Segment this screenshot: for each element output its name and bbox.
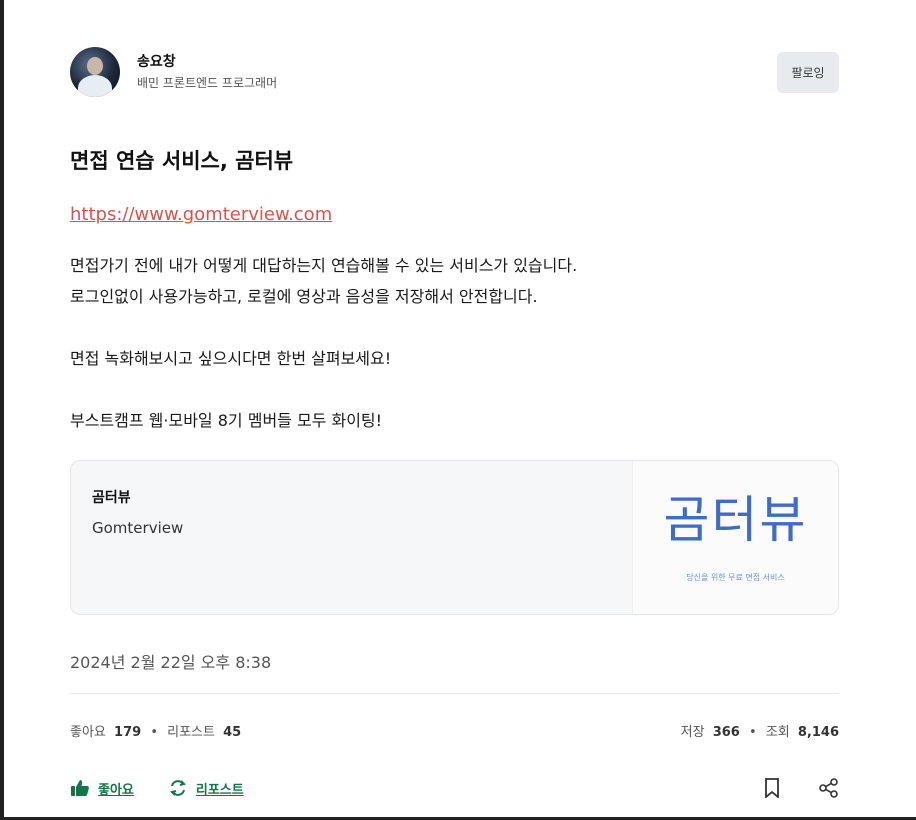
repost-icon: [169, 780, 186, 796]
saves-count: 366: [712, 725, 740, 740]
secondary-actions: [725, 778, 839, 798]
author-name[interactable]: 송요창: [137, 53, 277, 71]
link-preview-card[interactable]: 곰터뷰 Gomterview 곰터뷰 당신을 위한 무료 면접 서비스: [70, 460, 839, 615]
likes-count[interactable]: 179: [114, 725, 141, 740]
bookmark-icon: [765, 778, 779, 798]
link-preview-subtitle: Gomterview: [92, 519, 184, 537]
post-paragraph: 로그인없이 사용가능하고, 로컬에 영상과 음성을 저장해서 안전합니다.: [70, 287, 538, 306]
post-paragraph: 면접가기 전에 내가 어떻게 대답하는지 연습해볼 수 있는 서비스가 있습니다…: [70, 256, 578, 275]
repost-button[interactable]: 리포스트: [168, 779, 244, 798]
post-container: 송요창 배민 프론트엔드 프로그래머 팔로잉 면접 연습 서비스, 곰터뷰 ht…: [70, 44, 839, 798]
share-button[interactable]: [819, 778, 839, 798]
window-border: [0, 0, 4, 820]
post-date: 2024년 2월 22일 오후 8:38: [70, 653, 272, 672]
link-preview-image: 곰터뷰 당신을 위한 무료 면접 서비스: [632, 461, 838, 614]
engagement-right: 저장 366 • 조회 8,146: [681, 721, 839, 740]
avatar-shoulders: [78, 75, 112, 97]
post-paragraph: 면접 녹화해보시고 싶으시다면 한번 살펴보세요!: [70, 349, 392, 368]
logo-tagline: 당신을 위한 무료 면접 서비스: [686, 573, 785, 582]
avatar-head: [87, 57, 103, 75]
engagement-left: 좋아요 179 • 리포스트 45: [70, 721, 241, 740]
post-paragraph: 부스트캠프 웹·모바일 8기 멤버들 모두 화이팅!: [70, 411, 383, 430]
views-count: 8,146: [797, 725, 839, 740]
follow-button[interactable]: 팔로잉: [777, 51, 839, 93]
logo-text: 곰터뷰: [663, 491, 808, 549]
link-preview-text: 곰터뷰 Gomterview: [71, 461, 632, 614]
likes-label: 좋아요: [70, 725, 106, 740]
reposts-label: 리포스트: [167, 725, 215, 740]
link-preview-title: 곰터뷰: [92, 490, 131, 506]
reposts-count[interactable]: 45: [223, 725, 241, 740]
post-header: 송요창 배민 프론트엔드 프로그래머 팔로잉: [70, 44, 839, 100]
stat-separator: •: [749, 725, 757, 740]
divider: [70, 693, 839, 694]
author-bio: 배민 프론트엔드 프로그래머: [137, 76, 278, 90]
like-button[interactable]: 좋아요: [70, 779, 134, 798]
repost-label: 리포스트: [195, 782, 244, 798]
saves-label: 저장: [680, 725, 705, 740]
views-label: 조회: [765, 725, 790, 740]
share-icon: [819, 778, 838, 798]
post-stats: 좋아요 179 • 리포스트 45 저장 366 • 조회 8,146: [70, 721, 839, 740]
stat-separator: •: [150, 725, 158, 740]
bookmark-button[interactable]: [763, 778, 781, 798]
author-info: 송요창 배민 프론트엔드 프로그래머: [137, 53, 277, 91]
thumbs-up-icon: [71, 780, 89, 796]
post-body: 면접가기 전에 내가 어떻게 대답하는지 연습해볼 수 있는 서비스가 있습니다…: [70, 250, 839, 436]
post-title: 면접 연습 서비스, 곰터뷰: [70, 149, 294, 173]
post-actions: 좋아요 리포스트: [70, 778, 839, 798]
post-link[interactable]: https://www.gomterview.com: [70, 202, 332, 228]
avatar[interactable]: [70, 47, 120, 97]
like-label: 좋아요: [98, 782, 134, 798]
